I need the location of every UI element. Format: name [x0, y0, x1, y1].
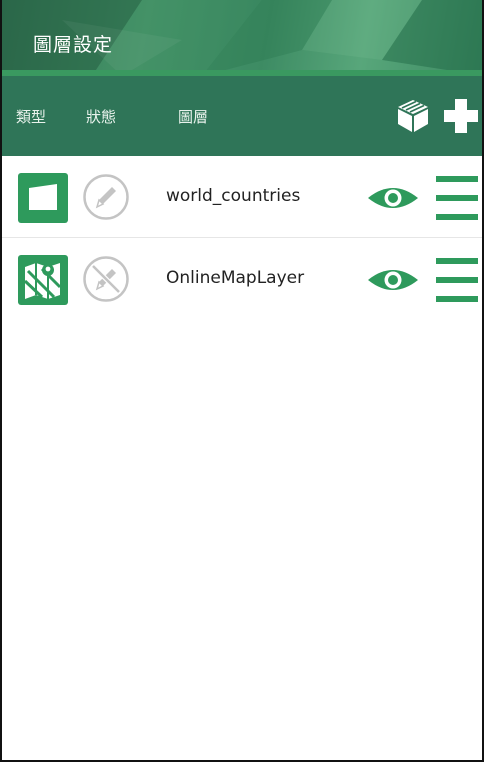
visibility-eye-icon[interactable]	[366, 184, 420, 216]
edit-pencil-icon[interactable]	[82, 173, 130, 225]
column-layer-label: 圖層	[178, 108, 209, 126]
layer-row[interactable]: world_countries	[2, 156, 482, 238]
edit-disabled-icon[interactable]	[82, 255, 130, 307]
online-map-icon	[18, 255, 68, 309]
plus-icon	[444, 99, 478, 133]
cube-icon[interactable]	[394, 97, 432, 139]
layer-row[interactable]: OnlineMapLayer	[2, 238, 482, 320]
add-layer-button[interactable]	[442, 97, 480, 139]
visibility-eye-icon[interactable]	[366, 266, 420, 298]
column-type-label: 類型	[16, 108, 47, 126]
title-bar: 圖層設定	[2, 0, 482, 76]
column-header: 類型 狀態 圖層	[2, 76, 482, 156]
polygon-layer-icon	[18, 173, 68, 227]
app-window: 圖層設定 類型 狀態 圖層 world_countries OnlineMapL…	[0, 0, 484, 762]
layer-name: world_countries	[166, 186, 301, 206]
drag-handle-icon[interactable]	[436, 175, 478, 225]
layer-name: OnlineMapLayer	[166, 268, 305, 288]
page-title: 圖層設定	[33, 34, 114, 56]
drag-handle-icon[interactable]	[436, 257, 478, 307]
column-state-label: 狀態	[86, 108, 117, 126]
